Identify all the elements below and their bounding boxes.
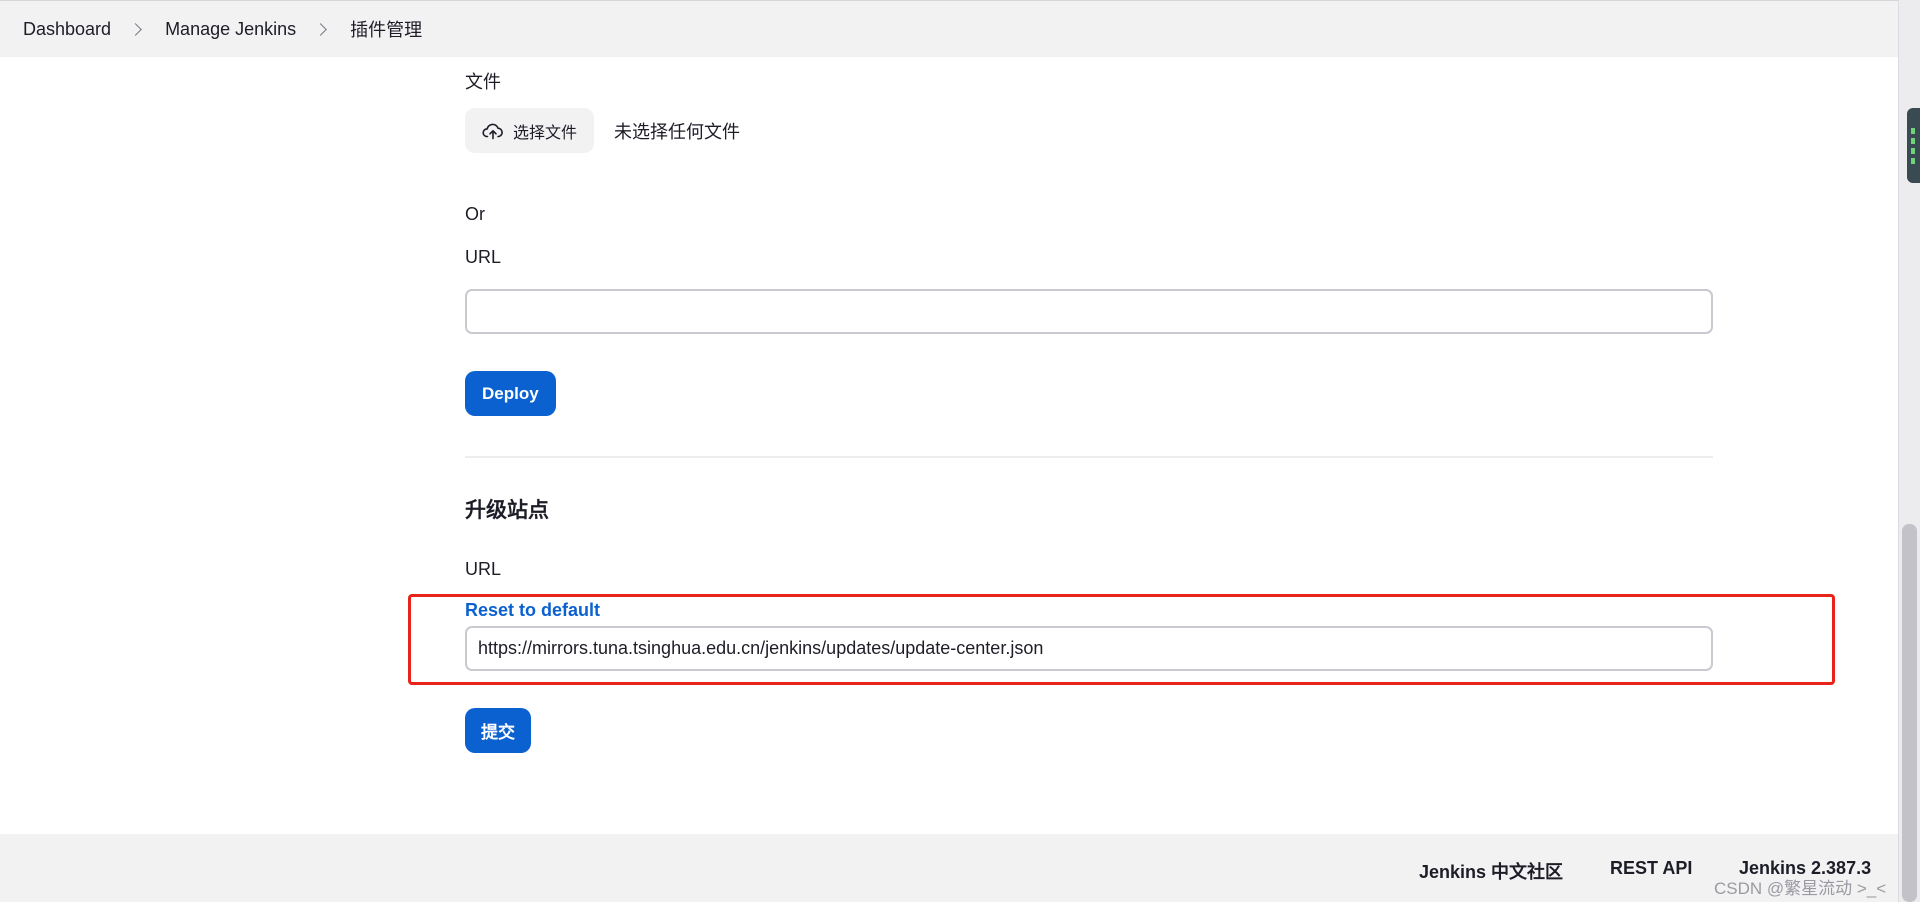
submit-button[interactable]: 提交 — [465, 708, 531, 753]
update-site-url-input[interactable] — [465, 626, 1713, 671]
breadcrumb: Dashboard Manage Jenkins 插件管理 — [0, 0, 1898, 57]
footer: Jenkins 中文社区 REST API Jenkins 2.387.3 — [0, 834, 1898, 902]
file-label: 文件 — [465, 72, 501, 92]
footer-community-link[interactable]: Jenkins 中文社区 — [1419, 858, 1563, 884]
url-label: URL — [465, 247, 502, 267]
monitor-bar — [1911, 138, 1915, 144]
footer-version-link[interactable]: Jenkins 2.387.3 — [1739, 858, 1871, 879]
cloud-upload-icon — [482, 123, 503, 139]
breadcrumb-manage-jenkins[interactable]: Manage Jenkins — [165, 19, 296, 40]
side-monitor-widget — [1907, 108, 1920, 183]
monitor-bar — [1911, 158, 1915, 164]
plugin-url-input[interactable] — [465, 289, 1713, 334]
section-divider — [465, 456, 1713, 458]
monitor-bar — [1911, 128, 1915, 134]
footer-rest-api-link[interactable]: REST API — [1610, 858, 1692, 879]
deploy-button[interactable]: Deploy — [465, 371, 556, 416]
breadcrumb-dashboard[interactable]: Dashboard — [23, 19, 111, 40]
chevron-right-icon — [314, 22, 328, 36]
choose-file-button[interactable]: 选择文件 — [465, 108, 595, 153]
scrollbar-thumb[interactable] — [1902, 524, 1917, 902]
monitor-bar — [1911, 148, 1915, 154]
plugin-manager-page: Dashboard Manage Jenkins 插件管理 文件 选择文件 未选… — [0, 0, 1920, 902]
file-upload-row: 选择文件 未选择任何文件 — [465, 108, 740, 153]
file-status-text: 未选择任何文件 — [614, 121, 741, 142]
chevron-right-icon — [129, 22, 142, 36]
choose-file-label: 选择文件 — [513, 124, 578, 142]
reset-to-default-link[interactable]: Reset to default — [465, 600, 600, 621]
update-site-url-label: URL — [465, 559, 502, 579]
update-site-title: 升级站点 — [465, 499, 549, 522]
or-label: Or — [465, 204, 485, 224]
breadcrumb-plugin-manager[interactable]: 插件管理 — [350, 16, 422, 42]
